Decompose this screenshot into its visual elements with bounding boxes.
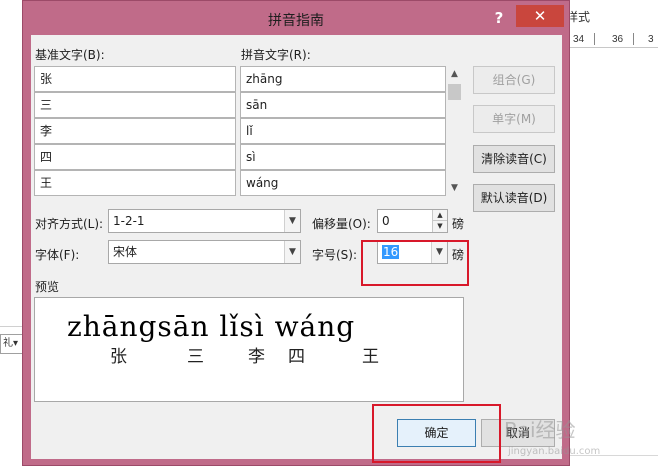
chevron-down-icon[interactable]: ▼ bbox=[284, 241, 300, 263]
help-button[interactable]: ? bbox=[487, 7, 511, 29]
offset-value: 0 bbox=[382, 214, 390, 228]
clear-reading-button[interactable]: 清除读音(C) bbox=[473, 145, 555, 173]
pinyin-text-field[interactable]: lǐ bbox=[240, 118, 446, 144]
base-text-field[interactable]: 李 bbox=[34, 118, 236, 144]
preview-hanzi: 张 bbox=[110, 347, 127, 367]
background-dropdown[interactable]: 礼▾ bbox=[0, 334, 24, 354]
ruler: 34 36 3 bbox=[555, 30, 658, 48]
spin-up-icon[interactable]: ▲ bbox=[432, 210, 447, 221]
pinyin-text-label: 拼音文字(R): bbox=[241, 48, 311, 62]
size-label: 字号(S): bbox=[312, 248, 358, 262]
close-button[interactable]: ✕ bbox=[516, 5, 564, 27]
dialog-body: 基准文字(B): 拼音文字(R): 张 zhāng 三 sān 李 lǐ 四 s… bbox=[31, 35, 562, 459]
alignment-value: 1-2-1 bbox=[113, 214, 145, 228]
alignment-select[interactable]: 1-2-1 ▼ bbox=[108, 209, 301, 233]
font-select[interactable]: 宋体 ▼ bbox=[108, 240, 301, 264]
scroll-down-icon[interactable]: ▼ bbox=[446, 180, 463, 196]
font-value: 宋体 bbox=[113, 245, 138, 259]
chevron-down-icon[interactable]: ▼ bbox=[284, 210, 300, 232]
pinyin-text-field[interactable]: sì bbox=[240, 144, 446, 170]
offset-unit: 磅 bbox=[452, 217, 465, 231]
title-bar[interactable]: 拼音指南 ? ✕ bbox=[23, 1, 569, 35]
base-text-field[interactable]: 王 bbox=[34, 170, 236, 196]
highlight-box-size bbox=[361, 240, 469, 286]
watermark-url: jingyan.baidu.com bbox=[508, 446, 601, 457]
pinyin-text-field[interactable]: zhāng bbox=[240, 66, 446, 92]
preview-pane: zhāngsān lǐsì wáng 张 三 李 四 王 bbox=[34, 297, 464, 402]
preview-label: 预览 bbox=[35, 280, 60, 294]
pinyin-text-field[interactable]: wáng bbox=[240, 170, 446, 196]
base-text-label: 基准文字(B): bbox=[35, 48, 105, 62]
base-text-field[interactable]: 张 bbox=[34, 66, 236, 92]
ruler-tick: 36 bbox=[612, 34, 624, 45]
watermark-logo: Bai经验 bbox=[504, 418, 576, 442]
preview-pinyin: zhāngsān lǐsì wáng bbox=[67, 310, 356, 343]
spin-down-icon[interactable]: ▼ bbox=[432, 221, 447, 232]
font-label: 字体(F): bbox=[35, 248, 80, 262]
preview-hanzi: 李 bbox=[248, 347, 265, 367]
ruler-bar bbox=[594, 33, 595, 45]
rows-scrollbar[interactable]: ▲ ▼ bbox=[446, 66, 463, 196]
offset-stepper[interactable]: 0 ▲ ▼ bbox=[377, 209, 448, 233]
combine-button[interactable]: 组合(G) bbox=[473, 66, 555, 94]
preview-hanzi: 四 bbox=[288, 347, 305, 367]
ruler-bar bbox=[633, 33, 634, 45]
alignment-label: 对齐方式(L): bbox=[35, 217, 104, 231]
single-char-button[interactable]: 单字(M) bbox=[473, 105, 555, 133]
offset-label: 偏移量(O): bbox=[312, 217, 371, 231]
pinyin-text-field[interactable]: sān bbox=[240, 92, 446, 118]
highlight-box-ok bbox=[372, 404, 501, 463]
scroll-up-icon[interactable]: ▲ bbox=[446, 66, 463, 82]
base-text-field[interactable]: 四 bbox=[34, 144, 236, 170]
phonetic-guide-dialog: 拼音指南 ? ✕ 基准文字(B): 拼音文字(R): 张 zhāng 三 sān… bbox=[22, 0, 570, 466]
preview-hanzi: 三 bbox=[187, 347, 204, 367]
scroll-thumb[interactable] bbox=[448, 84, 461, 100]
default-reading-button[interactable]: 默认读音(D) bbox=[473, 184, 555, 212]
preview-hanzi: 王 bbox=[362, 347, 379, 367]
background-divider bbox=[0, 326, 22, 327]
base-text-field[interactable]: 三 bbox=[34, 92, 236, 118]
ruler-tick: 3 bbox=[648, 34, 654, 45]
ruler-tick: 34 bbox=[573, 34, 585, 45]
